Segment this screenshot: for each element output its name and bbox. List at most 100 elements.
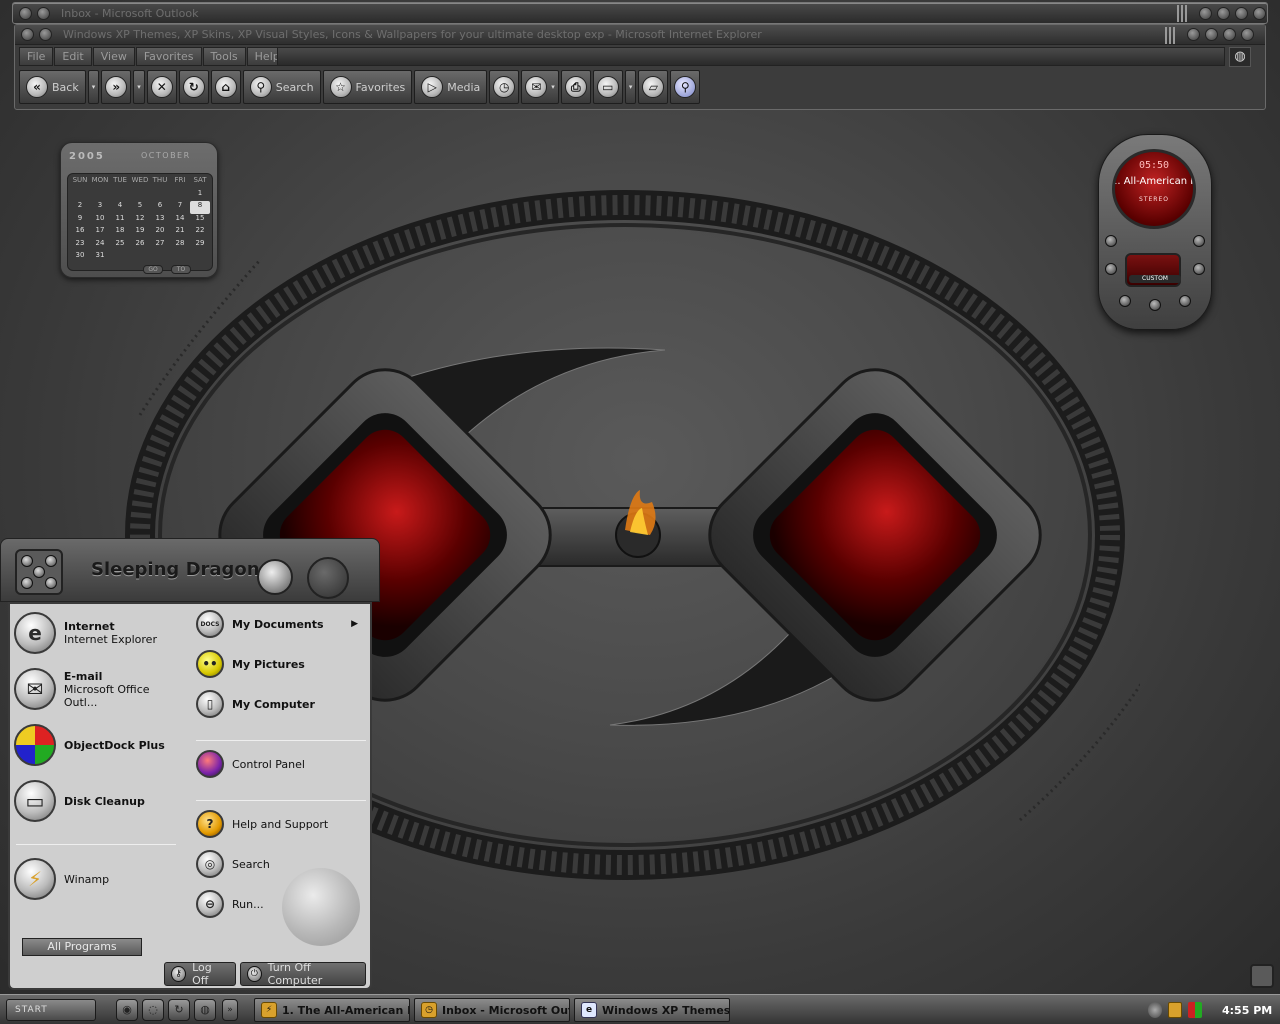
- favorites-button[interactable]: ☆ Favorites: [322, 70, 413, 104]
- menu-file[interactable]: File: [19, 47, 54, 66]
- place-my-computer[interactable]: ▯ My Computer: [196, 690, 315, 718]
- desktop-corner-logo-icon[interactable]: [1250, 964, 1274, 988]
- place-search[interactable]: ◎ Search: [196, 850, 270, 878]
- quicklaunch-browser-icon[interactable]: ◉: [116, 999, 138, 1021]
- window-menu-icon[interactable]: [21, 28, 34, 41]
- calendar-day[interactable]: 3: [90, 201, 110, 214]
- menu-tools[interactable]: Tools: [202, 47, 246, 66]
- calendar-day[interactable]: 29: [190, 239, 210, 252]
- calendar-prev-button[interactable]: GO: [143, 265, 163, 274]
- calendar-day[interactable]: 11: [110, 214, 130, 227]
- tray-network-icon[interactable]: [1148, 1002, 1162, 1018]
- menu-edit[interactable]: Edit: [54, 47, 92, 66]
- window-menu-icon[interactable]: [39, 28, 52, 41]
- minimize-icon[interactable]: [1199, 7, 1212, 20]
- research-button[interactable]: ⚲: [670, 70, 701, 104]
- place-run[interactable]: ⊖ Run...: [196, 890, 264, 918]
- calendar-day[interactable]: 19: [130, 226, 150, 239]
- back-dropdown-button[interactable]: ▾: [87, 70, 100, 104]
- start-button[interactable]: START: [6, 999, 96, 1021]
- calendar-day[interactable]: 18: [110, 226, 130, 239]
- calendar-day[interactable]: 15: [190, 214, 210, 227]
- task-button-ie[interactable]: e Windows XP Themes, ...: [574, 998, 730, 1022]
- calendar-day[interactable]: 5: [130, 201, 150, 214]
- maximize-icon[interactable]: [1223, 28, 1236, 41]
- calendar-day[interactable]: 22: [190, 226, 210, 239]
- tray-clock-icon[interactable]: [1168, 1002, 1182, 1018]
- discuss-button[interactable]: ▱: [638, 70, 669, 104]
- player-eject-icon[interactable]: [1149, 299, 1161, 311]
- program-email[interactable]: ✉ E-mail Microsoft Office Outl...: [14, 668, 186, 710]
- calendar-day[interactable]: 26: [130, 239, 150, 252]
- history-button[interactable]: ◷: [489, 70, 520, 104]
- calendar-day[interactable]: 30: [70, 251, 90, 264]
- program-internet[interactable]: e Internet Internet Explorer: [14, 612, 157, 654]
- edit-dropdown-button[interactable]: ▾: [624, 70, 637, 104]
- calendar-day[interactable]: 16: [70, 226, 90, 239]
- player-prev-icon[interactable]: [1105, 235, 1117, 247]
- calendar-next-button[interactable]: TO: [171, 265, 191, 274]
- calendar-day[interactable]: 9: [70, 214, 90, 227]
- calendar-day[interactable]: 31: [90, 251, 110, 264]
- print-button[interactable]: ⎙: [560, 70, 591, 104]
- menu-view[interactable]: View: [92, 47, 135, 66]
- calendar-day[interactable]: 4: [110, 201, 130, 214]
- calendar-day[interactable]: 2: [70, 201, 90, 214]
- place-control-panel[interactable]: Control Panel: [196, 750, 305, 778]
- refresh-button[interactable]: ↻: [178, 70, 209, 104]
- forward-dropdown-button[interactable]: ▾: [133, 70, 145, 104]
- calendar-day[interactable]: 10: [90, 214, 110, 227]
- quicklaunch-firefox-icon[interactable]: ◍: [194, 999, 216, 1021]
- restore-icon[interactable]: [1217, 7, 1230, 20]
- quicklaunch-refresh-icon[interactable]: ↻: [168, 999, 190, 1021]
- turn-off-button[interactable]: ⏻ Turn Off Computer: [240, 961, 366, 987]
- quicklaunch-desktop-icon[interactable]: ◌: [142, 999, 164, 1021]
- calendar-day[interactable]: 28: [170, 239, 190, 252]
- menu-favorites[interactable]: Favorites: [135, 47, 202, 66]
- calendar-day[interactable]: 21: [170, 226, 190, 239]
- calendar-day[interactable]: 24: [90, 239, 110, 252]
- calendar-day[interactable]: 25: [110, 239, 130, 252]
- player-next-icon[interactable]: [1193, 235, 1205, 247]
- search-button[interactable]: ⚲ Search: [242, 70, 321, 104]
- all-programs-button[interactable]: All Programs: [22, 938, 142, 956]
- calendar-day[interactable]: 13: [150, 214, 170, 227]
- program-winamp[interactable]: ⚡ Winamp: [14, 858, 109, 900]
- calendar-day[interactable]: 23: [70, 239, 90, 252]
- ie-titlebar[interactable]: Windows XP Themes, XP Skins, XP Visual S…: [15, 25, 1265, 45]
- calendar-day[interactable]: 27: [150, 239, 170, 252]
- close-icon[interactable]: [1253, 7, 1266, 20]
- edit-button[interactable]: ▭: [592, 70, 623, 104]
- tray-meter-icon[interactable]: [1188, 1002, 1202, 1018]
- back-button[interactable]: « Back: [19, 70, 86, 104]
- calendar-day[interactable]: 8: [190, 201, 210, 214]
- quicklaunch-more-icon[interactable]: »: [222, 999, 238, 1021]
- calendar-day[interactable]: 17: [90, 226, 110, 239]
- calendar-day[interactable]: 20: [150, 226, 170, 239]
- calendar-day[interactable]: 1: [190, 189, 210, 202]
- calendar-day[interactable]: 6: [150, 201, 170, 214]
- minimize-icon[interactable]: [1187, 28, 1200, 41]
- calendar-day[interactable]: 7: [170, 201, 190, 214]
- maximize-icon[interactable]: [1235, 7, 1248, 20]
- window-menu-icon[interactable]: [19, 7, 32, 20]
- player-repeat-icon[interactable]: [1179, 295, 1191, 307]
- calendar-day[interactable]: 14: [170, 214, 190, 227]
- program-objectdock[interactable]: ObjectDock Plus: [14, 724, 165, 766]
- close-icon[interactable]: [1241, 28, 1254, 41]
- player-shuffle-icon[interactable]: [1119, 295, 1131, 307]
- home-button[interactable]: ⌂: [210, 70, 241, 104]
- player-play-icon[interactable]: [1105, 263, 1117, 275]
- task-button-outlook[interactable]: ◷ Inbox - Microsoft Outl...: [414, 998, 570, 1022]
- mail-button[interactable]: ✉ ▾: [521, 70, 559, 104]
- calendar-day[interactable]: 12: [130, 214, 150, 227]
- log-off-button[interactable]: ⚷ Log Off: [164, 961, 236, 987]
- place-help-support[interactable]: ? Help and Support: [196, 810, 328, 838]
- window-menu-icon[interactable]: [37, 7, 50, 20]
- stop-button[interactable]: ✕: [146, 70, 177, 104]
- place-my-pictures[interactable]: •• My Pictures: [196, 650, 305, 678]
- player-stop-icon[interactable]: [1193, 263, 1205, 275]
- place-my-documents[interactable]: DOCS My Documents ▶: [196, 610, 368, 638]
- outlook-window-titlebar[interactable]: Inbox - Microsoft Outlook: [12, 2, 1268, 24]
- media-button[interactable]: ▷ Media: [414, 70, 488, 104]
